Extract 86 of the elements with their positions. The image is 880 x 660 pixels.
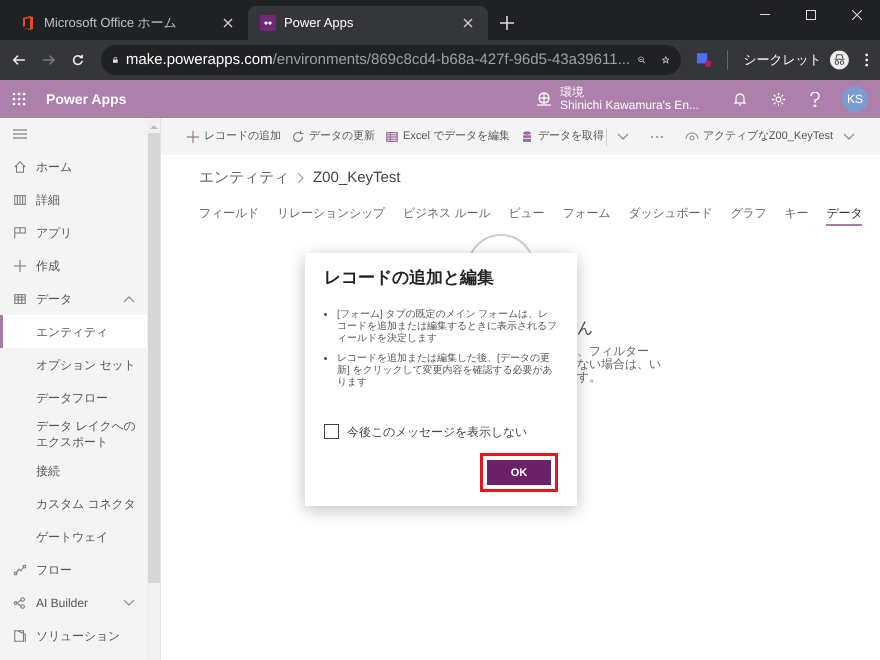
entity-tab[interactable]: グラフ: [730, 204, 766, 226]
entity-tab[interactable]: データ: [826, 204, 862, 226]
dropdown-icon: [843, 132, 855, 140]
nav-item[interactable]: ホーム: [0, 150, 147, 183]
scrollbar[interactable]: [147, 118, 160, 660]
settings-icon[interactable]: [771, 92, 786, 106]
dont-show-checkbox[interactable]: 今後このメッセージを表示しない: [324, 422, 558, 440]
background-text: す。: [577, 370, 601, 384]
eye-icon: [684, 132, 699, 142]
bullet-icon: [324, 312, 327, 316]
menu-icon[interactable]: [13, 129, 27, 139]
environment-label: 環境: [560, 86, 585, 99]
close-window-icon[interactable]: [852, 10, 862, 20]
reload-icon[interactable]: [71, 52, 86, 68]
dialog-title: レコードの追加と編集: [324, 267, 495, 289]
nav-subitem[interactable]: ゲートウェイ: [0, 520, 147, 553]
refresh-icon: [291, 130, 305, 144]
entity-tab[interactable]: ダッシュボード: [628, 204, 712, 226]
app-launcher-icon[interactable]: [12, 92, 26, 106]
spreadsheet-icon: [385, 130, 399, 144]
bell-icon[interactable]: [733, 92, 747, 106]
lock-icon: [113, 54, 118, 66]
nav-subitem[interactable]: データフロー: [0, 381, 147, 414]
nav-item[interactable]: 詳細: [0, 183, 147, 216]
dropdown-icon: [616, 132, 629, 140]
entity-tab[interactable]: フィールド: [199, 204, 259, 226]
view-selector[interactable]: アクティブなZ00_KeyTest: [684, 128, 833, 145]
command-button[interactable]: レコードの追加: [186, 128, 281, 145]
entity-tab[interactable]: フォーム: [562, 204, 610, 226]
menu-icon[interactable]: [864, 52, 868, 68]
grid-icon: [13, 226, 27, 240]
bullet-icon: [324, 356, 327, 360]
breadcrumb-current: Z00_KeyTest: [313, 168, 401, 188]
nav-subitem[interactable]: エンティティ: [0, 315, 147, 348]
nav-item[interactable]: データ: [0, 282, 147, 315]
profile-label[interactable]: シークレット: [744, 50, 822, 70]
nav-item[interactable]: ソリューション: [0, 619, 147, 652]
extension-icon[interactable]: [697, 52, 711, 68]
nav-item[interactable]: フロー: [0, 553, 147, 586]
tab-title: Power Apps: [284, 14, 354, 32]
checkbox[interactable]: [324, 424, 339, 439]
solution-icon: [13, 628, 27, 642]
browser-tab[interactable]: Power Apps: [248, 6, 488, 40]
breadcrumb-link[interactable]: エンティティ: [199, 167, 289, 190]
globe-icon: [536, 91, 552, 107]
nav-subitem[interactable]: 接続: [0, 454, 147, 487]
nodes-icon: [13, 596, 27, 610]
nav-item[interactable]: アプリ: [0, 216, 147, 249]
chevron-right-icon: [297, 172, 305, 184]
office-logo-icon: [20, 15, 36, 31]
nav-item[interactable]: AI Builder: [0, 586, 147, 619]
background-text: 、フィルター: [577, 344, 650, 358]
command-button[interactable]: Excel でデータを編集: [385, 128, 510, 145]
powerapps-logo-icon: [260, 15, 276, 31]
entity-tab[interactable]: ビュー: [508, 204, 544, 226]
collapse-icon: [123, 294, 135, 302]
help-icon[interactable]: [810, 92, 820, 106]
home-icon: [13, 160, 27, 174]
tab-title: Microsoft Office ホーム: [44, 14, 178, 32]
nav-subitem[interactable]: オプション セット: [0, 348, 147, 381]
address-bar[interactable]: make.powerapps.com/environments/869c8cd4-b68a-427f-96d5-43a39611...: [101, 45, 682, 75]
nav-item[interactable]: 作成: [0, 249, 147, 282]
dialog-text: レコードを追加または編集した後、[データの更新] をクリックして変更内容を確認する必要があります: [337, 352, 554, 388]
background-text: ない場合は、い: [577, 358, 661, 370]
plus-icon: [13, 258, 27, 272]
forward-icon[interactable]: [42, 52, 56, 68]
entity-tab[interactable]: ビジネス ルール: [403, 204, 490, 226]
nav-subitem[interactable]: データ レイクへのエクスポート: [0, 414, 147, 454]
ok-button[interactable]: OK: [487, 460, 551, 486]
entity-tab[interactable]: リレーションシップ: [277, 204, 385, 226]
background-text: ん: [577, 322, 594, 334]
dialog-text: [フォーム] タブの既定のメイン フォームは、レコードを追加または編集するときに表示されるフィールドを決定します: [337, 308, 558, 344]
nav-subitem[interactable]: カスタム コネクタ: [0, 487, 147, 520]
table-icon: [13, 292, 27, 306]
url-text: make.powerapps.com/environments/869c8cd4-b68a-427f-96d5-43a39611...: [126, 50, 630, 70]
plus-icon: [186, 130, 200, 144]
command-button[interactable]: データを取得: [520, 128, 604, 145]
incognito-icon[interactable]: [830, 49, 849, 71]
flow-icon: [13, 562, 27, 576]
entity-tab[interactable]: キー: [784, 204, 808, 226]
maximize-icon[interactable]: [806, 10, 816, 20]
minimize-icon[interactable]: [760, 14, 770, 16]
book-icon: [13, 192, 27, 206]
command-button[interactable]: データの更新: [291, 128, 375, 145]
new-tab-icon[interactable]: [500, 16, 514, 30]
expand-icon: [123, 598, 135, 606]
